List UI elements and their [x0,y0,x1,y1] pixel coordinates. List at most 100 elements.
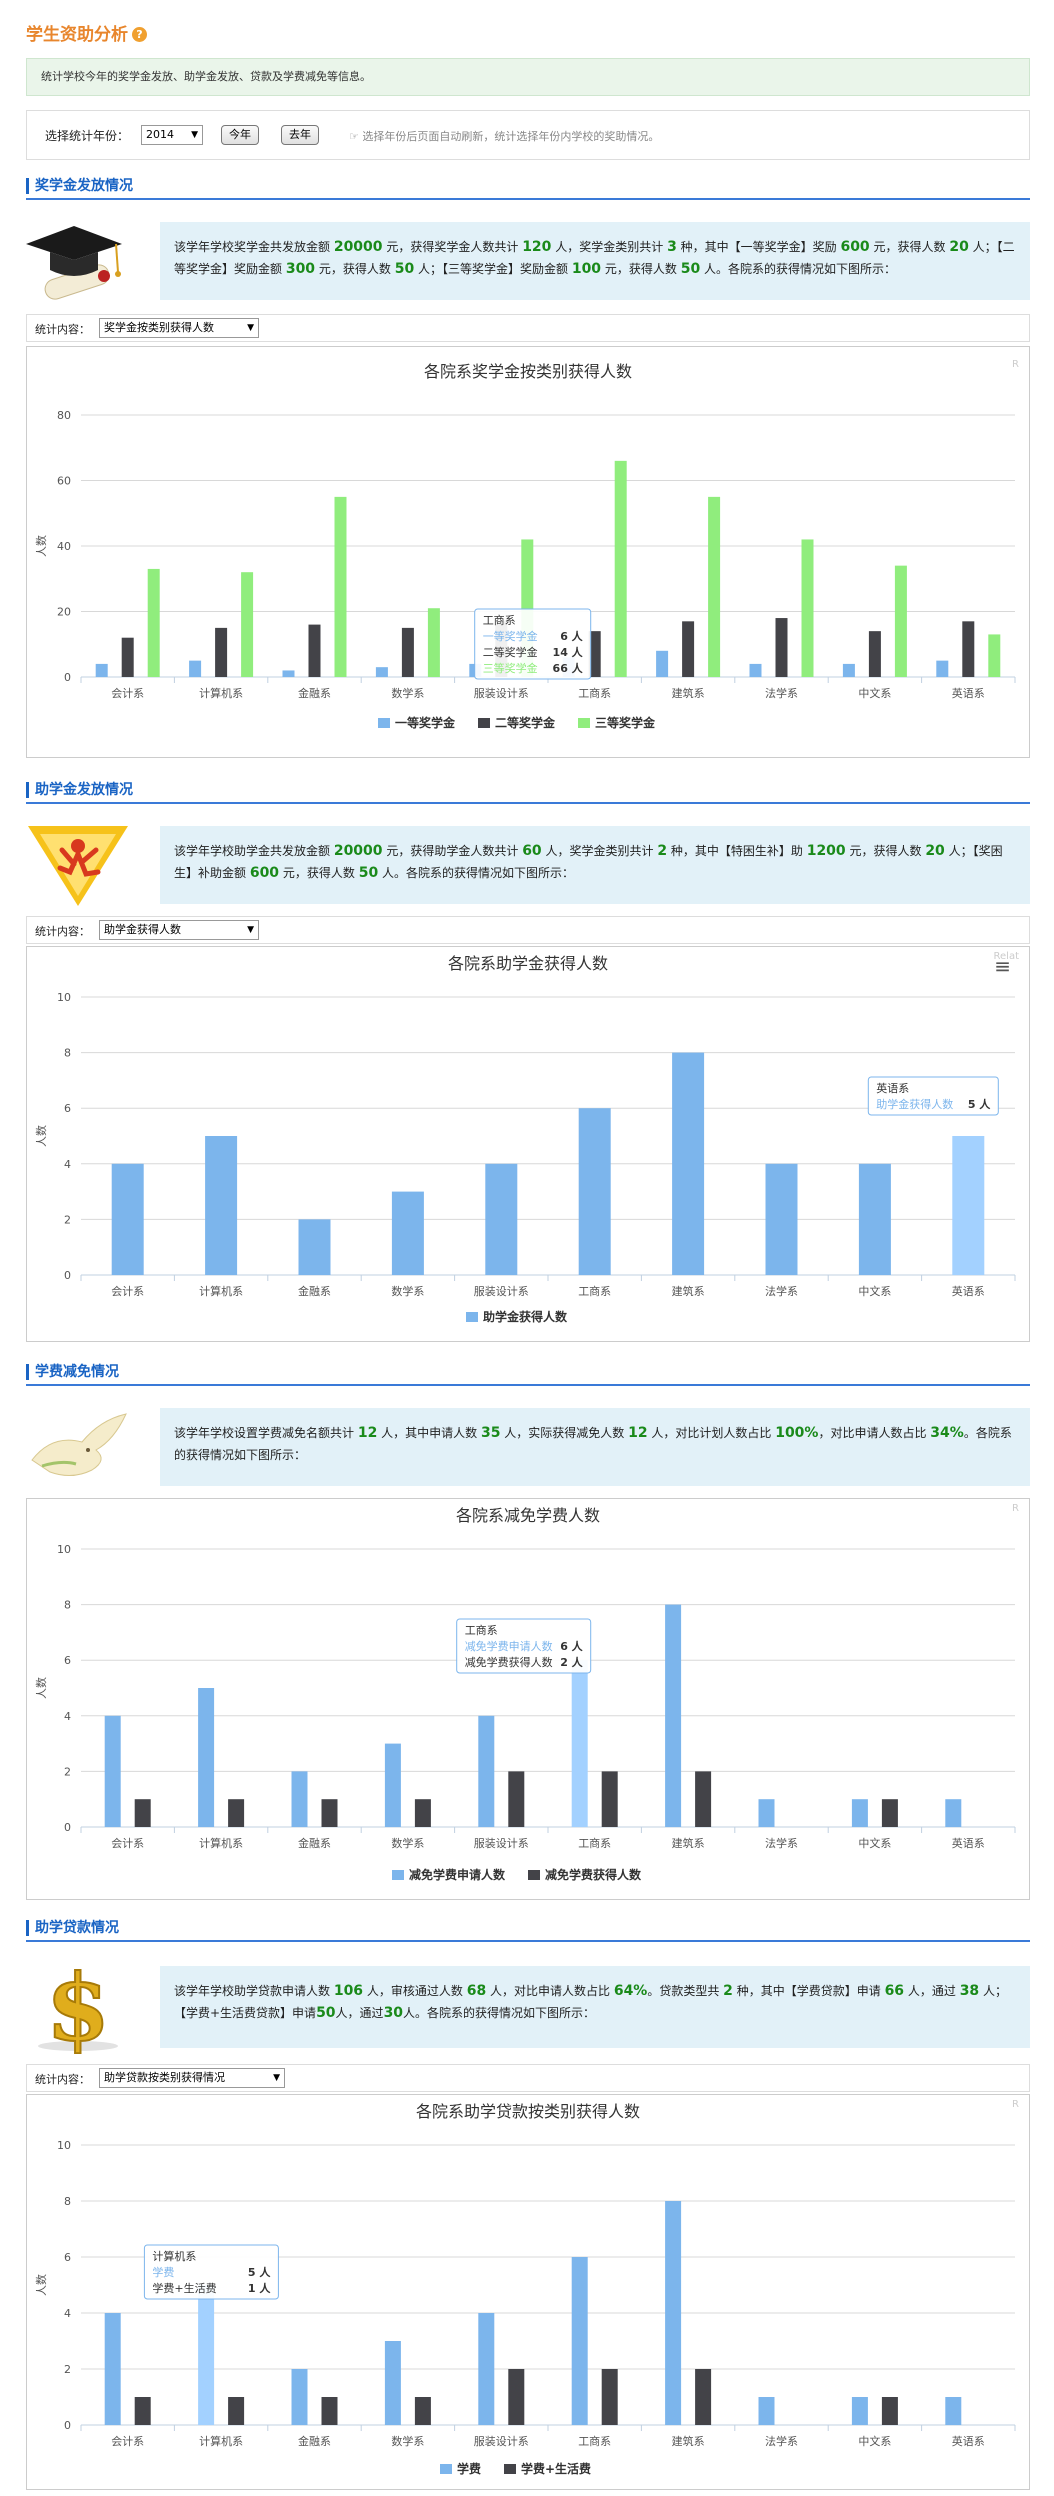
bar [427,608,440,677]
scholarship-stat-select[interactable]: 奖学金按类别获得人数 ▼ [99,318,259,338]
summary-value: 60 [522,843,542,859]
summary-value: 600 [840,239,870,255]
tooltip-value: 2 人 [560,1655,583,1669]
bar [945,2397,962,2425]
x-tick-label: 金融系 [298,1284,331,1298]
summary-text: 元，获得奖学金人数共计 [382,240,523,254]
y-tick-label: 10 [57,991,71,1004]
summary-text: 种，其中【学费贷款】申请 [732,1984,885,1998]
loan-section-title: 助学贷款情况 [26,1920,119,1936]
summary-value: 68 [466,1983,487,1999]
bar [801,539,814,677]
x-tick-label: 法学系 [765,1284,798,1298]
x-tick-label: 金融系 [298,686,331,700]
legend-swatch [478,718,490,728]
bar [695,2369,712,2425]
tooltip: 英语系助学金获得人数 5 人 [867,1076,999,1116]
grant-summary: 该学年学校助学金共发放金额 20000 元，获得助学金人数共计 60 人，奖学金… [160,826,1030,904]
grant-chart: 各院系助学金获得人数 Relat ≡ 0 2 4 6 8 10 人数 会计系 计算机系 金融系 数学系 服装… [26,946,1030,1342]
loan-chart: 各院系助学贷款按类别获得人数 R 0 2 4 6 8 10 人数 会计系 计算机系 金融系 数学系 服装设… [26,2094,1030,2490]
summary-text: 元，获得人数 [315,262,395,276]
last-year-button[interactable]: 去年 [281,125,319,145]
bar [298,1219,331,1275]
y-tick-label: 4 [64,1158,71,1171]
bar [765,1163,798,1275]
x-tick-label: 数学系 [391,1836,424,1850]
summary-value: 50 [358,865,379,881]
summary-text: 人，通过 [904,1984,960,1998]
legend-swatch [378,718,390,728]
legend-swatch [440,2464,452,2474]
stat-label: 统计内容： [35,323,90,336]
bar [578,1108,611,1275]
x-tick-label: 数学系 [391,1284,424,1298]
y-tick-label: 0 [64,2419,71,2432]
x-tick-label: 中文系 [858,1836,891,1850]
grant-stat-bar: 统计内容： 助学金获得人数 ▼ [26,916,1030,944]
loan-stat-select[interactable]: 助学贷款按类别获得情况 ▼ [99,2068,285,2088]
page-title-text: 学生资助分析 [26,25,128,45]
summary-value: 50 [680,261,701,277]
dollar-icon: $ [22,1953,134,2063]
bar [601,2369,618,2425]
bar [414,2397,431,2425]
summary-text: 人；【三等奖学金】奖励金额 [414,262,572,276]
graduation-cap-icon [22,216,134,308]
help-icon[interactable]: ? [132,27,147,42]
summary-text: 人。各院系的获得情况如下图所示： [378,866,575,880]
bar [571,1660,588,1827]
bar [111,1163,144,1275]
tooltip-value: 5 人 [248,2265,271,2279]
summary-text: 人。各院系的获得情况如下图所示： [403,2006,596,2020]
summary-value: 50 [316,2005,336,2021]
bar [988,634,1001,677]
menu-icon: ≡ [994,954,1011,978]
x-tick-label: 英语系 [952,2434,985,2448]
bar [945,1799,962,1827]
bar [291,2369,308,2425]
x-tick-label: 工商系 [578,1836,611,1850]
summary-text: ，对比申请人数占比 [818,1426,931,1440]
tooltip-value: 6 人 [560,1639,583,1653]
x-tick-label: 建筑系 [672,1836,705,1850]
x-tick-label: 会计系 [111,1837,144,1850]
grant-stat-select[interactable]: 助学金获得人数 ▼ [99,920,259,940]
page-description: 统计学校今年的奖学金发放、助学金发放、贷款及学费减免等信息。 [26,58,1030,96]
tooltip-category: 计算机系 [152,2249,196,2263]
bar [868,631,881,677]
summary-value: 300 [285,261,316,277]
x-tick-label: 金融系 [298,2434,331,2448]
summary-value: 50 [394,261,415,277]
runner-icon [22,820,134,912]
summary-text: 人，通过 [335,2006,384,2020]
bar [881,1799,898,1827]
y-tick-label: 0 [64,1269,71,1282]
summary-text: 元，获得助学金人数共计 [382,844,523,858]
year-select[interactable]: 2014 ▼ [141,125,203,145]
tuition-section-title: 学费减免情况 [26,1364,119,1380]
bar [695,1771,712,1827]
scholarship-stat-bar: 统计内容： 奖学金按类别获得人数 ▼ [26,314,1030,342]
bar [894,565,907,677]
bar [228,2397,245,2425]
bar [758,1799,775,1827]
legend-label: 学费+生活费 [521,2461,591,2476]
tooltip: 工商系减免学费申请人数 6 人减免学费获得人数 2 人 [456,1618,592,1674]
summary-value: 2 [657,843,668,859]
summary-value: 34% [930,1425,964,1441]
scholarship-summary: 该学年学校奖学金共发放金额 20000 元，获得奖学金人数共计 120 人，奖学… [160,222,1030,300]
summary-text: 。贷款类型共 [647,1984,724,1998]
stat-label: 统计内容： [35,2073,90,2086]
bar [215,627,228,677]
tooltip-value: 6 人 [560,629,583,643]
y-tick-label: 10 [57,1543,71,1556]
y-tick-label: 2 [64,1213,71,1226]
y-tick-label: 4 [64,2307,71,2320]
chart-title: 各院系助学贷款按类别获得人数 [416,2102,640,2121]
bar [241,572,254,677]
chevron-down-icon: ▼ [191,130,198,140]
summary-text: 人，实际获得减免人数 [500,1426,629,1440]
page-title: 学生资助分析? [26,20,147,45]
this-year-button[interactable]: 今年 [221,125,259,145]
y-tick-label: 20 [57,606,71,619]
